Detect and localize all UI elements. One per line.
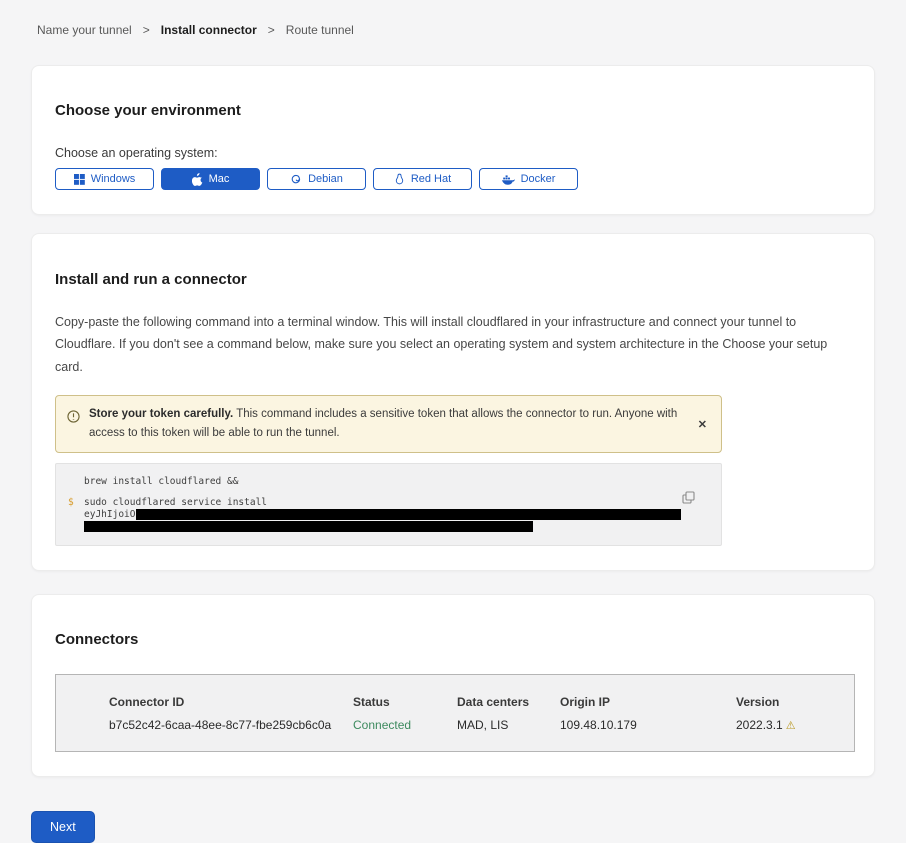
install-connector-card: Install and run a connector Copy-paste t… — [31, 233, 875, 571]
version-value: 2022.3.1⚠ — [736, 718, 854, 732]
redacted-token-bar — [136, 509, 681, 520]
connectors-title: Connectors — [55, 631, 851, 648]
token-prefix: eyJhIjoiO — [84, 509, 135, 520]
os-button-label: Mac — [209, 173, 230, 185]
code-line-sudo: sudo cloudflared service install — [84, 498, 267, 509]
shell-prompt: $ — [68, 498, 84, 509]
token-warning-banner: Store your token carefully. This command… — [55, 395, 722, 453]
choose-environment-card: Choose your environment Choose an operat… — [31, 65, 875, 215]
token-warning-title: Store your token carefully. — [89, 408, 233, 420]
os-button-label: Docker — [521, 173, 556, 185]
data-centers-value: MAD, LIS — [457, 718, 560, 732]
windows-icon — [74, 174, 85, 185]
col-header-status: Status — [353, 695, 457, 709]
table-row: b7c52c42-6caa-48ee-8c77-fbe259cb6c0a Con… — [56, 718, 854, 732]
connector-id-value: b7c52c42-6caa-48ee-8c77-fbe259cb6c0a — [109, 718, 353, 732]
breadcrumb-separator: > — [143, 23, 150, 37]
os-button-group: Windows Mac Debian R — [55, 168, 851, 190]
install-connector-title: Install and run a connector — [55, 271, 851, 288]
breadcrumb: Name your tunnel > Install connector > R… — [0, 0, 906, 37]
choose-environment-title: Choose your environment — [55, 102, 851, 119]
os-button-windows[interactable]: Windows — [55, 168, 154, 190]
redacted-token-bar — [84, 521, 533, 532]
os-button-docker[interactable]: Docker — [479, 168, 578, 190]
os-button-redhat[interactable]: Red Hat — [373, 168, 472, 190]
code-line-token: eyJhIjoiO — [68, 509, 707, 521]
copy-icon[interactable] — [682, 491, 695, 507]
close-icon[interactable]: ✕ — [696, 418, 709, 431]
install-description: Copy-paste the following command into a … — [55, 311, 851, 379]
code-line-token-2 — [68, 521, 707, 533]
os-button-label: Windows — [91, 173, 136, 185]
os-button-mac[interactable]: Mac — [161, 168, 260, 190]
col-header-origin-ip: Origin IP — [560, 695, 736, 709]
docker-icon — [502, 174, 515, 185]
os-button-label: Red Hat — [411, 173, 451, 185]
breadcrumb-name-your-tunnel[interactable]: Name your tunnel — [37, 23, 132, 37]
code-line-brew: brew install cloudflared && — [68, 477, 707, 488]
col-header-data-centers: Data centers — [457, 695, 560, 709]
breadcrumb-route-tunnel[interactable]: Route tunnel — [286, 23, 354, 37]
os-button-debian[interactable]: Debian — [267, 168, 366, 190]
version-warning-icon: ⚠ — [786, 720, 796, 732]
alert-circle-icon — [67, 410, 80, 430]
connectors-card: Connectors Connector ID Status Data cent… — [31, 594, 875, 777]
apple-icon — [192, 173, 203, 186]
breadcrumb-install-connector[interactable]: Install connector — [161, 23, 257, 37]
token-warning-text: Store your token carefully. This command… — [89, 405, 687, 443]
col-header-connector-id: Connector ID — [109, 695, 353, 709]
redhat-icon — [394, 173, 405, 185]
status-badge: Connected — [353, 718, 457, 732]
connectors-table: Connector ID Status Data centers Origin … — [55, 674, 855, 752]
debian-icon — [290, 173, 302, 185]
breadcrumb-separator: > — [268, 23, 275, 37]
col-header-version: Version — [736, 695, 854, 709]
os-button-label: Debian — [308, 173, 343, 185]
install-command-code-block: brew install cloudflared && $ sudo cloud… — [55, 463, 722, 546]
origin-ip-value: 109.48.10.179 — [560, 718, 736, 732]
os-select-label: Choose an operating system: — [55, 146, 851, 160]
next-button[interactable]: Next — [31, 811, 95, 843]
connectors-table-header-row: Connector ID Status Data centers Origin … — [56, 695, 854, 709]
code-prompt-row: $ sudo cloudflared service install — [68, 498, 707, 509]
